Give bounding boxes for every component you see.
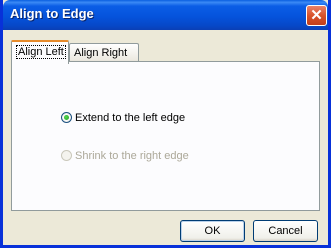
radio-shrink-right: Shrink to the right edge [61, 150, 189, 162]
cancel-button[interactable]: Cancel [253, 220, 318, 242]
radio-disabled-icon [61, 150, 72, 161]
radio-selected-icon[interactable] [61, 112, 72, 123]
tab-align-left[interactable]: Align Left [11, 40, 69, 64]
title-bar[interactable]: Align to Edge ✕ [3, 0, 328, 30]
tab-align-left-label: Align Left [16, 45, 66, 59]
close-icon: ✕ [310, 7, 323, 24]
radio-extend-left[interactable]: Extend to the left edge [61, 112, 185, 124]
tab-align-right[interactable]: Align Right [69, 43, 139, 62]
tab-align-right-label: Align Right [74, 47, 128, 59]
tab-panel: Extend to the left edge Shrink to the ri… [11, 61, 320, 211]
close-button[interactable]: ✕ [306, 5, 327, 26]
tab-strip: Align Left Align Right [11, 40, 321, 64]
radio-extend-left-label[interactable]: Extend to the left edge [75, 112, 185, 124]
window-title: Align to Edge [10, 6, 94, 21]
radio-shrink-right-label: Shrink to the right edge [75, 150, 189, 162]
ok-button[interactable]: OK [180, 220, 245, 242]
